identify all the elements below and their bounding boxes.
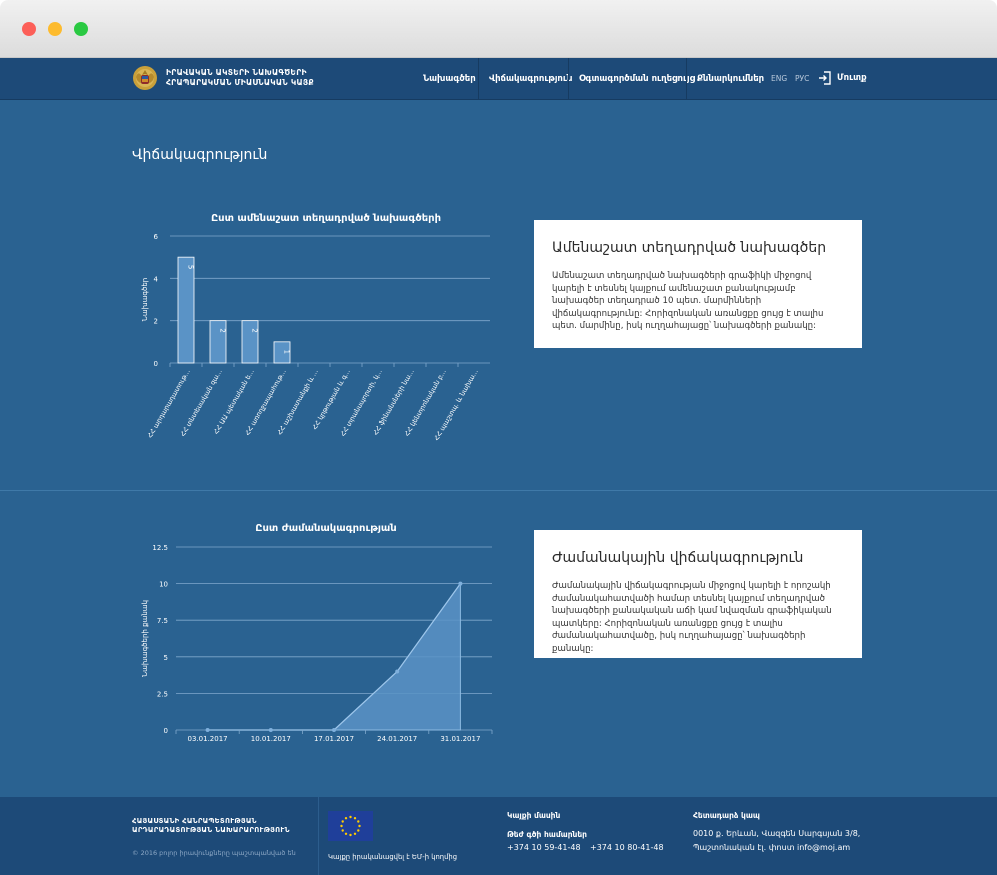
eu-star — [349, 833, 352, 837]
y-tick-label: 5 — [164, 654, 168, 662]
eu-star — [349, 815, 352, 819]
timeline-card-text: Ժամանակային վիճակագրության միջոցով կարել… — [552, 581, 832, 654]
nav-statistics[interactable]: Վիճակագրություն — [489, 58, 572, 100]
eu-star — [341, 820, 344, 823]
eu-star — [357, 829, 360, 832]
y-tick-label: 10 — [159, 581, 168, 589]
eu-star — [357, 820, 360, 823]
data-point — [205, 728, 210, 732]
x-tick-label: 10.01.2017 — [251, 735, 291, 743]
x-tick-label: 24.01.2017 — [377, 735, 417, 743]
site-name-line2: ՀՐԱՊԱՐԱԿՄԱՆ ՄԻԱՍՆԱԿԱՆ ԿԱՅՔ — [166, 78, 314, 87]
y-tick-label: 12.5 — [152, 544, 168, 552]
area-chart: 0 2.5 5 7.5 10 12.5 Նախագծերի քանակ 03.01.2017 1… — [141, 544, 493, 743]
main-content: Վիճակագրություն Ըստ ամենաշատ տեղադրված ն… — [0, 100, 997, 797]
eu-funding-note: Կայքը իրականացվել է ԵՄ-ի կողմից — [328, 853, 458, 861]
site-logo-link[interactable]: ԻՐԱՎԱԿԱՆ ԱԿՏԵՐԻ ՆԱԽԱԳԾԵՐԻ ՀՐԱՊԱՐԱԿՄԱՆ ՄԻ… — [132, 65, 314, 91]
login-button[interactable]: Մուտք — [818, 71, 867, 85]
sign-in-icon — [819, 71, 831, 85]
armenian-coat-of-arms-icon — [133, 66, 157, 90]
copyright-text: © 2016 բոլոր իրավունքները պաշտպանված են — [132, 849, 296, 857]
data-point — [268, 728, 273, 732]
x-tick-label: 17.01.2017 — [314, 735, 354, 743]
minimize-window-button[interactable] — [48, 22, 62, 36]
site-footer: ՀԱՅԱՍՏԱՆԻ ՀԱՆՐԱՊԵՏՈՒԹՅԱՆ ԱՐԴԱՐԱԴԱՏՈՒԹՅԱՆ… — [0, 797, 997, 875]
eu-star — [353, 832, 357, 835]
eu-star — [358, 824, 361, 828]
lang-eng-link[interactable]: ENG — [771, 58, 787, 100]
contact-heading: Հետադարձ կապ — [693, 811, 760, 820]
ministry-name-line1: ՀԱՅԱՍՏԱՆԻ ՀԱՆՐԱՊԵՏՈՒԹՅԱՆ — [132, 817, 257, 825]
data-point — [332, 728, 336, 732]
eu-star — [344, 832, 348, 835]
ministry-name: ՀԱՅԱՍՏԱՆԻ ՀԱՆՐԱՊԵՏՈՒԹՅԱՆ ԱՐԴԱՐԱԴԱՏՈՒԹՅԱՆ… — [132, 817, 290, 835]
timeline-info-card: Ժամանակային վիճակագրություն Ժամանակային … — [534, 530, 862, 658]
timeline-card-title: Ժամանակային վիճակագրություն — [552, 550, 804, 566]
ministry-name-line2: ԱՐԴԱՐԱԴԱՏՈՒԹՅԱՆ ՆԱԽԱՐԱՐՈՒԹՅՈՒՆ — [132, 826, 290, 834]
data-point — [395, 669, 400, 674]
nav-divider — [686, 58, 687, 100]
site-header: ԻՐԱՎԱԿԱՆ ԱԿՏԵՐԻ ՆԱԽԱԳԾԵՐԻ ՀՐԱՊԱՐԱԿՄԱՆ ՄԻ… — [0, 58, 997, 100]
x-tick-label: 31.01.2017 — [440, 735, 480, 743]
site-name: ԻՐԱՎԱԿԱՆ ԱԿՏԵՐԻ ՆԱԽԱԳԾԵՐԻ ՀՐԱՊԱՐԱԿՄԱՆ ՄԻ… — [166, 68, 314, 88]
eu-star — [353, 817, 357, 820]
browser-chrome — [0, 0, 997, 58]
maximize-window-button[interactable] — [74, 22, 88, 36]
eu-star — [344, 817, 348, 820]
eu-flag-icon — [328, 811, 373, 841]
nav-discussions[interactable]: Քննարկումներ — [697, 58, 764, 100]
hotline-phone-1[interactable]: +374 10 59-41-48 — [507, 843, 581, 852]
data-point — [458, 581, 463, 586]
y-tick-label: 7.5 — [157, 617, 168, 625]
nav-divider — [568, 58, 569, 100]
eu-star — [341, 829, 344, 832]
login-label: Մուտք — [837, 73, 867, 83]
footer-divider — [318, 797, 319, 875]
eu-star — [340, 824, 343, 828]
site-name-line1: ԻՐԱՎԱԿԱՆ ԱԿՏԵՐԻ ՆԱԽԱԳԾԵՐԻ — [166, 68, 307, 77]
y-tick-label: 0 — [164, 727, 168, 735]
about-site-link[interactable]: Կայքի մասին — [507, 811, 560, 820]
hotline-phone-2[interactable]: +374 10 80-41-48 — [590, 843, 664, 852]
contact-email[interactable]: Պաշտոնական էլ. փոստ info@moj.am — [693, 843, 850, 852]
nav-user-guide[interactable]: Օգտագործման ուղեցույց — [579, 58, 695, 100]
contact-address: 0010 ք. Երևան, Վազգեն Սարգսյան 3/8, — [693, 829, 861, 838]
hotline-heading: Թեժ գծի համարներ — [507, 830, 587, 839]
y-tick-label: 2.5 — [157, 690, 168, 698]
close-window-button[interactable] — [22, 22, 36, 36]
nav-projects[interactable]: Նախագծեր — [423, 58, 476, 100]
y-axis-label: Նախագծերի քանակ — [141, 600, 149, 677]
lang-rus-link[interactable]: РУС — [795, 58, 809, 100]
x-tick-label: 03.01.2017 — [188, 735, 228, 743]
nav-divider — [478, 58, 479, 100]
